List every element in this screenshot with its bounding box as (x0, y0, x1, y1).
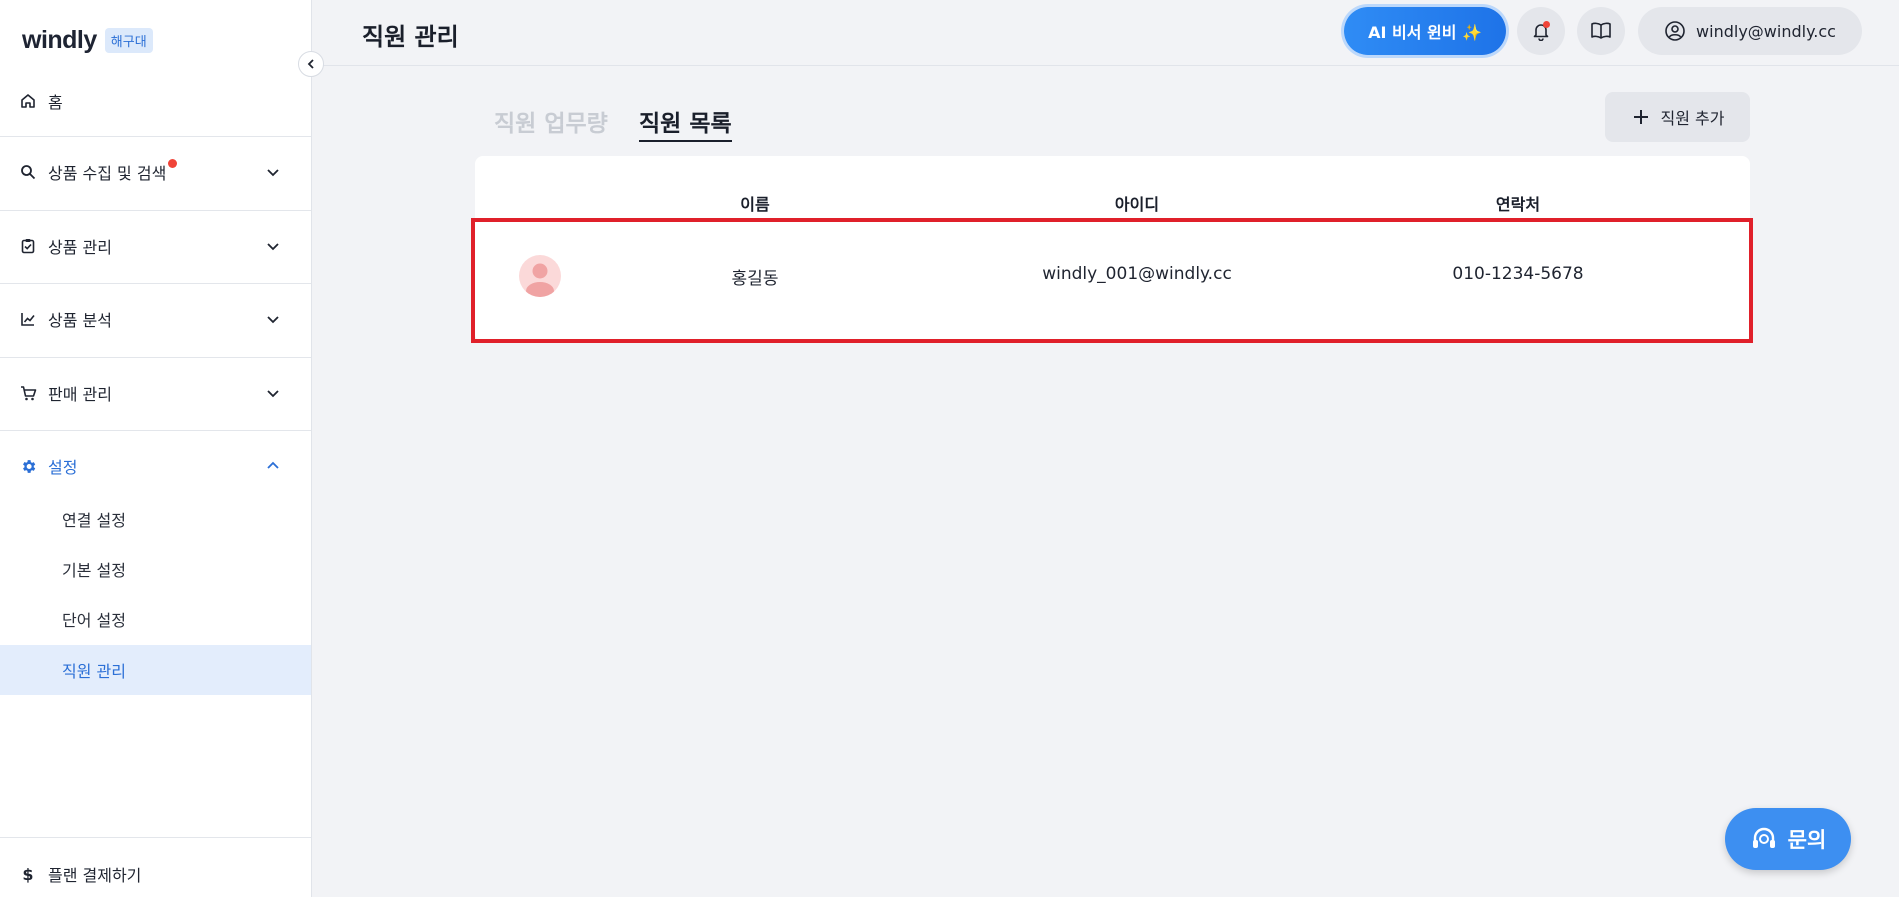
sidebar: windly 해구대 홈 상품 수집 및 검색 상품 관리 상품 분석 판매 관… (0, 0, 312, 897)
chevron-up-icon (267, 461, 279, 469)
user-email: windly@windly.cc (1696, 21, 1836, 41)
tab-staff-workload[interactable]: 직원 업무량 (494, 104, 608, 138)
sidebar-item-home[interactable]: 홈 (0, 86, 311, 116)
windly-logo[interactable]: windly (22, 26, 97, 55)
sidebar-subitem-staff-manage[interactable]: 직원 관리 (0, 645, 311, 695)
clipboard-check-icon (18, 236, 38, 256)
chevron-down-icon (267, 169, 279, 177)
chevron-down-icon (267, 390, 279, 398)
divider (0, 283, 311, 284)
add-staff-button[interactable]: 직원 추가 (1605, 92, 1750, 142)
divider (0, 136, 311, 137)
dollar-icon: $ (22, 864, 34, 884)
divider (0, 430, 311, 431)
divider (0, 210, 311, 211)
search-icon (18, 162, 38, 182)
chevron-down-icon (267, 316, 279, 324)
store-badge: 해구대 (104, 28, 153, 53)
divider (0, 357, 311, 358)
row-highlight-box (471, 218, 1753, 343)
home-icon (18, 91, 38, 111)
plus-icon (1633, 110, 1648, 124)
sidebar-item-label: 상품 분석 (48, 311, 112, 330)
column-header-phone: 연락처 (1495, 195, 1541, 214)
staff-table: 이름 아이디 연락처 홍길동 windly_001@windly.cc 010-… (471, 156, 1753, 343)
line-chart-icon (18, 309, 38, 329)
sidebar-item-settings[interactable]: 설정 (0, 450, 311, 482)
cart-icon (18, 383, 38, 403)
headset-icon (1752, 827, 1775, 848)
sidebar-item-sales-manage[interactable]: 판매 관리 (0, 377, 311, 409)
sidebar-item-product-manage[interactable]: 상품 관리 (0, 230, 311, 262)
sidebar-item-label: 홈 (48, 93, 63, 112)
user-account-button[interactable]: windly@windly.cc (1638, 7, 1862, 55)
user-circle-icon (1665, 21, 1685, 41)
tab-staff-list[interactable]: 직원 목록 (639, 104, 732, 142)
sidebar-item-product-search[interactable]: 상품 수집 및 검색 (0, 156, 311, 188)
sidebar-item-label: 상품 수집 및 검색 (48, 164, 167, 183)
page-title: 직원 관리 (362, 23, 459, 51)
contact-button[interactable]: 문의 (1725, 808, 1851, 870)
sidebar-subitem-word-settings[interactable]: 단어 설정 (0, 594, 311, 644)
notification-dot (168, 158, 178, 168)
chevron-down-icon (267, 243, 279, 251)
sidebar-item-label: 설정 (48, 458, 78, 477)
chevron-left-icon (307, 59, 314, 69)
sidebar-item-product-analysis[interactable]: 상품 분석 (0, 303, 311, 335)
ai-assistant-button[interactable]: AI 비서 윈비 ✨ (1344, 7, 1506, 55)
sidebar-item-plan-payment[interactable]: $ 플랜 결제하기 (0, 858, 311, 890)
top-bar: 직원 관리 AI 비서 윈비 ✨ windly@windly.cc (312, 0, 1899, 66)
guide-button[interactable] (1577, 7, 1625, 55)
sidebar-item-label: 판매 관리 (48, 385, 112, 404)
sidebar-subitem-basic-settings[interactable]: 기본 설정 (0, 544, 311, 594)
column-header-name: 이름 (740, 195, 770, 214)
sidebar-item-label: 상품 관리 (48, 238, 112, 257)
book-icon (1591, 22, 1611, 39)
contact-label: 문의 (1787, 828, 1827, 852)
column-header-id: 아이디 (1114, 195, 1160, 214)
sidebar-item-label: 플랜 결제하기 (48, 866, 142, 885)
sidebar-collapse-button[interactable] (298, 51, 324, 77)
notification-button[interactable] (1517, 7, 1565, 55)
divider (0, 837, 311, 838)
notification-dot (1543, 21, 1550, 28)
logo-row: windly 해구대 (22, 26, 153, 55)
add-staff-label: 직원 추가 (1660, 109, 1725, 128)
sidebar-subitem-connection-settings[interactable]: 연결 설정 (0, 494, 311, 544)
gear-icon (18, 456, 38, 476)
